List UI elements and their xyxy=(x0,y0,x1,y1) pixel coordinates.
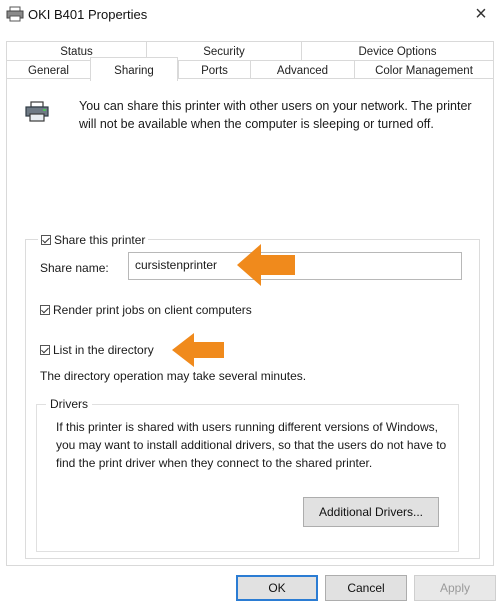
share-printer-label: Share this printer xyxy=(54,233,146,247)
tab-device-options[interactable]: Device Options xyxy=(301,41,494,61)
orange-arrow-icon xyxy=(237,244,295,286)
share-printer-checkbox-row[interactable]: Share this printer xyxy=(38,233,149,247)
render-jobs-checkbox-row[interactable]: Render print jobs on client computers xyxy=(40,303,252,317)
additional-drivers-button[interactable]: Additional Drivers... xyxy=(303,497,439,527)
shared-printer-icon xyxy=(25,101,49,122)
apply-button[interactable]: Apply xyxy=(414,575,496,601)
directory-note: The directory operation may take several… xyxy=(40,369,307,383)
tab-advanced[interactable]: Advanced xyxy=(250,60,354,80)
list-directory-checkbox[interactable] xyxy=(40,345,50,355)
printer-icon xyxy=(6,6,24,22)
list-directory-label: List in the directory xyxy=(53,343,154,357)
sharing-intro-text: You can share this printer with other us… xyxy=(79,99,472,131)
tab-ports[interactable]: Ports xyxy=(178,60,250,80)
share-name-label: Share name: xyxy=(40,261,109,275)
tab-row-top: Status Security Device Options xyxy=(6,41,494,61)
drivers-description: If this printer is shared with users run… xyxy=(56,420,447,470)
render-jobs-label: Render print jobs on client computers xyxy=(53,303,252,317)
ok-button[interactable]: OK xyxy=(236,575,318,601)
render-jobs-checkbox[interactable] xyxy=(40,305,50,315)
share-printer-checkbox[interactable] xyxy=(41,235,51,245)
cancel-button[interactable]: Cancel xyxy=(325,575,407,601)
close-icon[interactable]: × xyxy=(470,2,492,26)
properties-dialog: OKI B401 Properties × Status Security De… xyxy=(0,0,500,604)
tab-color-management[interactable]: Color Management xyxy=(354,60,494,80)
tab-sharing[interactable]: Sharing xyxy=(90,57,178,81)
window-title: OKI B401 Properties xyxy=(28,7,148,22)
drivers-legend: Drivers xyxy=(46,397,92,411)
tab-general[interactable]: General xyxy=(6,60,90,80)
title-bar: OKI B401 Properties × xyxy=(0,0,500,30)
tab-row-bottom: General Sharing Ports Advanced Color Man… xyxy=(6,57,494,81)
orange-arrow-icon xyxy=(172,333,224,367)
list-directory-checkbox-row[interactable]: List in the directory xyxy=(40,343,154,357)
